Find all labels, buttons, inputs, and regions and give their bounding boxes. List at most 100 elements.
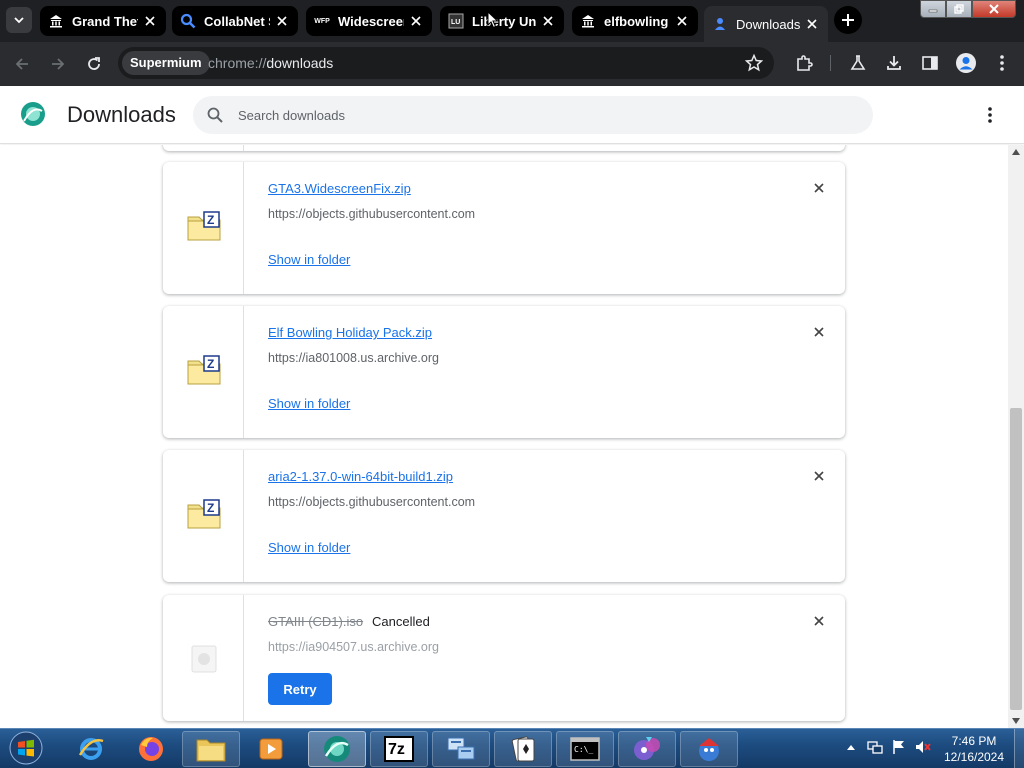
- show-in-folder-link[interactable]: Show in folder: [268, 396, 350, 411]
- page-title: Downloads: [67, 102, 176, 127]
- folder-icon: [196, 739, 226, 762]
- download-filename-link[interactable]: GTA3.WidescreenFix.zip: [268, 181, 411, 196]
- reload-button[interactable]: [80, 50, 108, 78]
- download-card-cancelled: GTAIII (CD1).iso Cancelled https://ia904…: [163, 595, 845, 721]
- minimize-icon: [928, 9, 938, 13]
- download-source-url: https://ia801008.us.archive.org: [268, 351, 439, 365]
- page-menu-button[interactable]: [978, 103, 1002, 127]
- show-desktop-button[interactable]: [1014, 729, 1024, 768]
- side-panel-button[interactable]: [916, 49, 944, 77]
- show-in-folder-link[interactable]: Show in folder: [268, 540, 350, 555]
- labs-button[interactable]: [844, 49, 872, 77]
- network-tool-icon: [447, 737, 475, 760]
- show-in-folder-link[interactable]: Show in folder: [268, 252, 350, 267]
- close-tab-icon[interactable]: [674, 13, 690, 29]
- tab-widescreen[interactable]: WFP Widescreen: [306, 6, 432, 36]
- profile-button[interactable]: [952, 49, 980, 77]
- tab-elfbowling[interactable]: elfbowling: [572, 6, 698, 36]
- close-tab-icon[interactable]: [804, 16, 820, 32]
- remove-download-button[interactable]: [811, 613, 827, 629]
- browser-menu-button[interactable]: [988, 49, 1016, 77]
- tab-title: Widescreen: [338, 13, 404, 29]
- forward-button[interactable]: [44, 50, 72, 78]
- remove-download-button[interactable]: [811, 180, 827, 196]
- bookmark-button[interactable]: [740, 49, 768, 77]
- card-divider: [243, 145, 244, 151]
- arrow-up-icon: [1012, 149, 1020, 155]
- taskbar-network-tool[interactable]: [432, 731, 490, 767]
- download-filename-link[interactable]: Elf Bowling Holiday Pack.zip: [268, 325, 432, 340]
- clock-date: 12/16/2024: [943, 750, 1005, 764]
- taskbar-supermium[interactable]: [308, 731, 366, 767]
- tab-downloads[interactable]: Downloads: [704, 6, 828, 42]
- institution-icon: [580, 13, 596, 29]
- download-icon: [887, 56, 901, 70]
- chevron-up-icon: [847, 745, 855, 750]
- browser-name-chip[interactable]: Supermium: [122, 51, 210, 75]
- taskbar-media-player[interactable]: [242, 731, 300, 767]
- show-hidden-icons-button[interactable]: [842, 738, 860, 756]
- tray-action-center[interactable]: [890, 738, 908, 756]
- reload-icon: [88, 57, 100, 70]
- download-source-url: https://ia904507.us.archive.org: [268, 640, 439, 654]
- taskbar-firefox[interactable]: [122, 731, 180, 767]
- extensions-button[interactable]: [790, 49, 818, 77]
- remove-download-button[interactable]: [811, 468, 827, 484]
- close-tab-icon[interactable]: [408, 13, 424, 29]
- tab-grand-theft[interactable]: Grand Theft: [40, 6, 166, 36]
- tab-search-button[interactable]: [6, 7, 32, 33]
- close-window-button[interactable]: [972, 0, 1016, 18]
- url-text[interactable]: chrome://downloads: [208, 55, 333, 71]
- taskbar-command-prompt[interactable]: C:\_: [556, 731, 614, 767]
- disk-tool-icon: [634, 737, 660, 760]
- card-divider: [243, 306, 244, 438]
- retry-button[interactable]: Retry: [268, 673, 332, 705]
- clock-time: 7:46 PM: [951, 734, 997, 748]
- taskbar-7zip[interactable]: 7z: [370, 731, 428, 767]
- zip-archive-icon: Z: [187, 499, 221, 529]
- download-filename-link[interactable]: aria2-1.37.0-win-64bit-build1.zip: [268, 469, 453, 484]
- search-input[interactable]: [238, 96, 838, 134]
- card-divider: [243, 450, 244, 582]
- tab-title: Liberty Uni: [472, 13, 536, 29]
- more-vert-icon: [1000, 55, 1004, 71]
- taskbar-disk-tool[interactable]: [618, 731, 676, 767]
- search-box[interactable]: [193, 96, 873, 134]
- remove-download-button[interactable]: [811, 324, 827, 340]
- download-filename: GTAIII (CD1).iso: [268, 614, 364, 629]
- scroll-up-button[interactable]: [1008, 145, 1024, 159]
- side-panel-icon: [922, 56, 938, 70]
- card-divider: [243, 595, 244, 721]
- close-tab-icon[interactable]: [142, 13, 158, 29]
- new-tab-button[interactable]: [834, 6, 862, 34]
- taskbar-game[interactable]: [680, 731, 738, 767]
- close-tab-icon[interactable]: [540, 13, 556, 29]
- scrollbar-thumb[interactable]: [1010, 408, 1022, 710]
- tab-liberty[interactable]: LU Liberty Uni: [440, 6, 564, 36]
- download-card-partial: [163, 145, 845, 151]
- minimize-button[interactable]: [920, 0, 946, 18]
- tab-title: CollabNet S: [204, 13, 270, 29]
- tray-network[interactable]: [866, 738, 884, 756]
- restore-icon: [954, 4, 964, 14]
- system-clock[interactable]: 7:46 PM 12/16/2024: [936, 733, 1012, 765]
- taskbar-file-explorer[interactable]: [182, 731, 240, 767]
- downloads-button[interactable]: [880, 49, 908, 77]
- tab-title: Downloads: [736, 16, 800, 32]
- arrow-right-icon: [52, 58, 65, 70]
- downloads-icon: [712, 16, 728, 32]
- windows-logo-icon: [9, 731, 43, 765]
- more-vert-icon: [988, 107, 992, 123]
- tray-volume[interactable]: [914, 738, 932, 756]
- close-icon: [989, 4, 999, 14]
- taskbar-solitaire[interactable]: [494, 731, 552, 767]
- scroll-down-button[interactable]: [1008, 714, 1024, 728]
- mouse-cursor-icon: [487, 11, 499, 29]
- tab-collabnet[interactable]: CollabNet S: [172, 6, 298, 36]
- taskbar-internet-explorer[interactable]: [62, 731, 120, 767]
- close-tab-icon[interactable]: [274, 13, 290, 29]
- close-icon: [814, 183, 824, 193]
- back-button[interactable]: [8, 50, 36, 78]
- start-button[interactable]: [6, 729, 46, 767]
- maximize-button[interactable]: [946, 0, 972, 18]
